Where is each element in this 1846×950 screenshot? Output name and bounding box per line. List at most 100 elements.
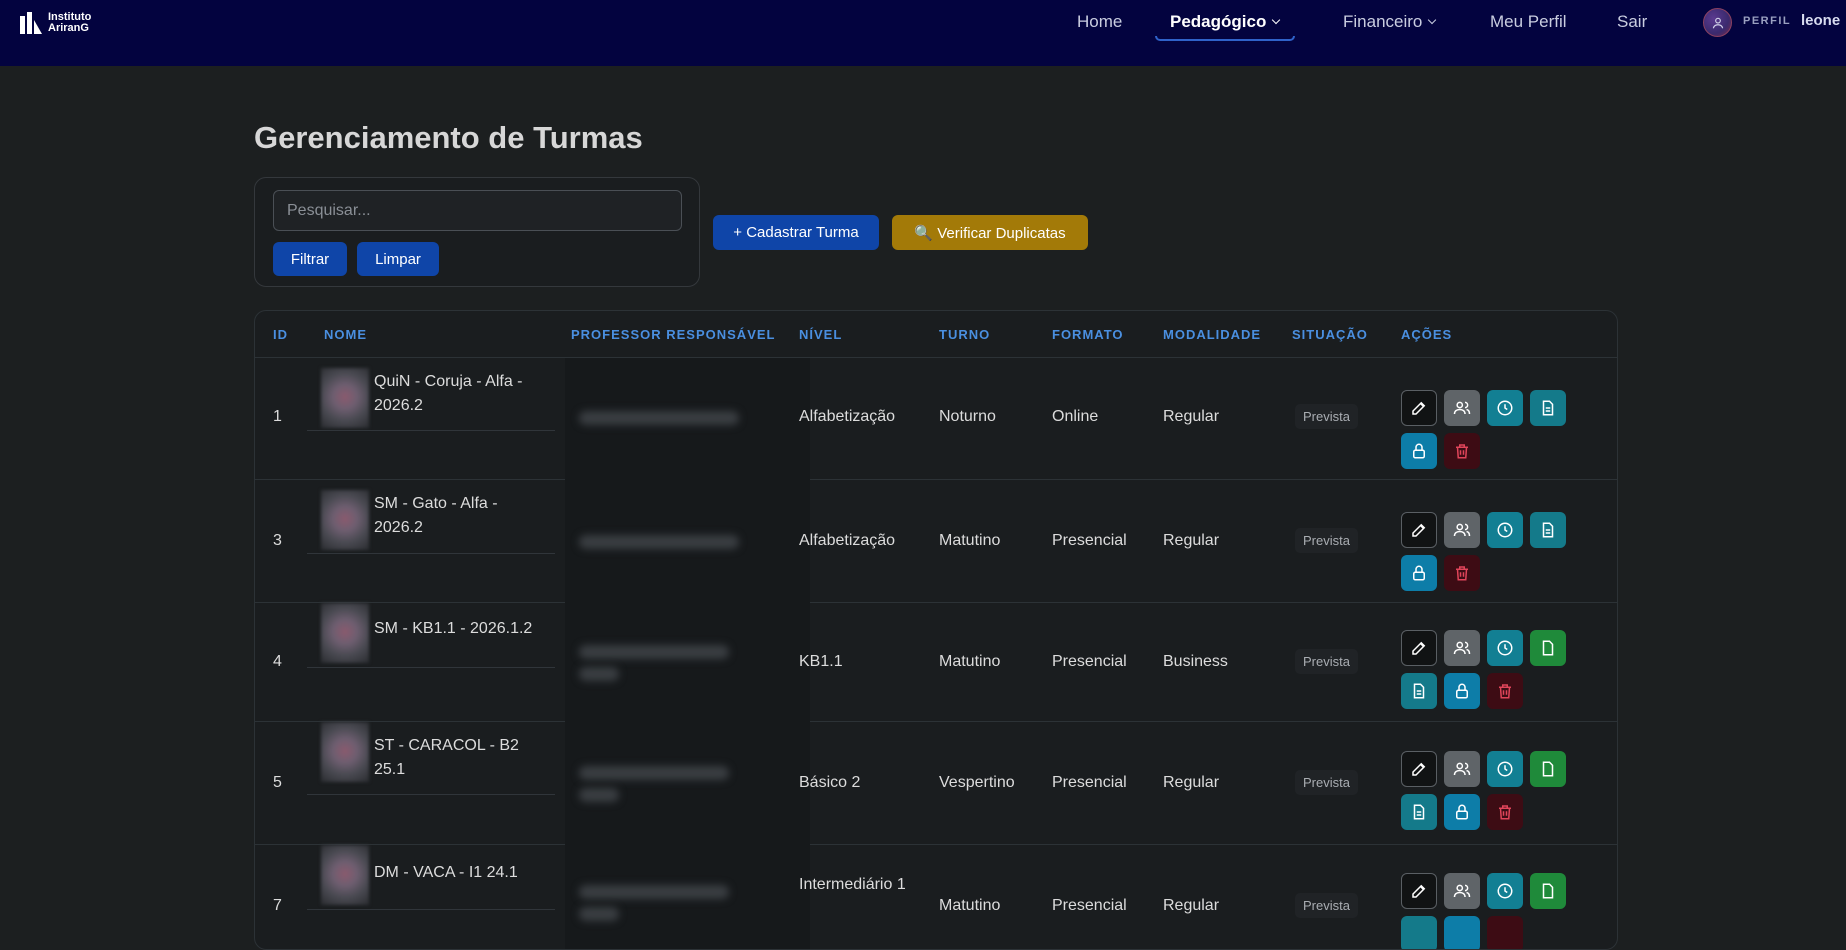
logo-icon <box>18 10 44 36</box>
filter-button[interactable]: Filtrar <box>273 242 347 276</box>
document-button[interactable] <box>1530 390 1566 426</box>
trash-icon <box>1499 805 1511 820</box>
report-button[interactable] <box>1401 916 1437 949</box>
schedule-button[interactable] <box>1487 873 1523 909</box>
delete-button[interactable] <box>1444 555 1480 591</box>
class-thumbnail <box>321 368 369 428</box>
report-button[interactable] <box>1401 673 1437 709</box>
nav-home[interactable]: Home <box>1077 12 1122 32</box>
cell-turno: Matutino <box>939 653 1001 670</box>
schedule-button[interactable] <box>1487 630 1523 666</box>
clock-icon <box>1497 761 1513 777</box>
students-button[interactable] <box>1444 751 1480 787</box>
status-badge: Prevista <box>1295 404 1358 429</box>
header-professor: PROFESSOR RESPONSÁVEL <box>571 327 776 342</box>
header-nivel: NÍVEL <box>799 327 843 342</box>
edit-icon <box>1412 762 1426 776</box>
add-class-button[interactable]: + Cadastrar Turma <box>713 215 879 250</box>
cell-professor <box>565 480 810 603</box>
edit-icon <box>1412 884 1426 898</box>
schedule-button[interactable] <box>1487 512 1523 548</box>
edit-button[interactable] <box>1401 630 1437 666</box>
users-icon <box>1453 401 1471 415</box>
document-button[interactable] <box>1530 512 1566 548</box>
users-icon <box>1453 641 1471 655</box>
trash-icon <box>1499 684 1511 699</box>
nav-financeiro[interactable]: Financeiro <box>1343 12 1437 32</box>
header-nome: NOME <box>324 327 367 342</box>
cell-nome: SM - Gato - Alfa - 2026.2 <box>374 495 498 536</box>
header-id: ID <box>273 327 288 342</box>
lock-button[interactable] <box>1444 673 1480 709</box>
cell-nivel: Básico 2 <box>799 774 861 791</box>
header-situacao: SITUAÇÃO <box>1292 327 1368 342</box>
schedule-button[interactable] <box>1487 390 1523 426</box>
chevron-down-icon <box>1428 15 1437 25</box>
delete-button[interactable] <box>1487 794 1523 830</box>
report-button[interactable] <box>1401 794 1437 830</box>
cell-turno: Vespertino <box>939 774 1015 791</box>
header-formato: FORMATO <box>1052 327 1124 342</box>
document-icon <box>1542 883 1554 899</box>
document-icon <box>1413 804 1425 820</box>
cell-nivel: Alfabetização <box>799 532 896 549</box>
document-icon <box>1542 761 1554 777</box>
students-button[interactable] <box>1444 630 1480 666</box>
cell-modalidade: Business <box>1163 653 1228 670</box>
schedule-button[interactable] <box>1487 751 1523 787</box>
students-button[interactable] <box>1444 512 1480 548</box>
cell-nome: QuiN - Coruja - Alfa - 2026.2 <box>374 373 523 414</box>
header-modalidade: MODALIDADE <box>1163 327 1262 342</box>
class-thumbnail <box>321 603 369 663</box>
users-icon <box>1453 884 1471 898</box>
document-icon <box>1413 683 1425 699</box>
lock-button[interactable] <box>1401 555 1437 591</box>
delete-button[interactable] <box>1487 673 1523 709</box>
table-row: 3 SM - Gato - Alfa - 2026.2 Alfabetizaçã… <box>255 480 1617 603</box>
search-input[interactable] <box>273 190 682 231</box>
brand-logo[interactable]: Instituto AriranG <box>18 10 91 36</box>
clock-icon <box>1497 522 1513 538</box>
document-button[interactable] <box>1530 751 1566 787</box>
document-button[interactable] <box>1530 873 1566 909</box>
trash-icon <box>1456 444 1468 459</box>
class-thumbnail <box>321 722 369 782</box>
check-duplicates-button[interactable]: 🔍 Verificar Duplicatas <box>892 215 1088 250</box>
students-button[interactable] <box>1444 873 1480 909</box>
brand-name: Instituto AriranG <box>48 11 92 34</box>
nav-meu-perfil[interactable]: Meu Perfil <box>1490 12 1567 32</box>
user-icon <box>1712 17 1723 28</box>
edit-button[interactable] <box>1401 751 1437 787</box>
clock-icon <box>1497 640 1513 656</box>
students-button[interactable] <box>1444 390 1480 426</box>
edit-button[interactable] <box>1401 512 1437 548</box>
document-button[interactable] <box>1530 630 1566 666</box>
profile-username[interactable]: leone <box>1801 12 1840 29</box>
lock-button[interactable] <box>1401 433 1437 469</box>
clear-button[interactable]: Limpar <box>357 242 439 276</box>
delete-button[interactable] <box>1487 916 1523 949</box>
users-icon <box>1453 762 1471 776</box>
nav-sair[interactable]: Sair <box>1617 12 1647 32</box>
cell-nome: SM - KB1.1 - 2026.1.2 <box>374 620 533 637</box>
delete-button[interactable] <box>1444 433 1480 469</box>
avatar[interactable] <box>1703 8 1732 37</box>
cell-modalidade: Regular <box>1163 774 1220 791</box>
cell-nivel: Alfabetização <box>799 408 896 425</box>
class-thumbnail <box>321 845 369 905</box>
edit-button[interactable] <box>1401 390 1437 426</box>
chevron-down-icon <box>1272 15 1281 25</box>
edit-button[interactable] <box>1401 873 1437 909</box>
trash-icon <box>1456 566 1468 581</box>
table-row: 7 DM - VACA - I1 24.1 Intermediário 1 Ma… <box>255 845 1617 949</box>
cell-formato: Presencial <box>1052 774 1127 791</box>
lock-button[interactable] <box>1444 794 1480 830</box>
clock-icon <box>1497 883 1513 899</box>
nav-pedagogico[interactable]: Pedagógico <box>1170 12 1281 32</box>
cell-turno: Matutino <box>939 532 1001 549</box>
cell-modalidade: Regular <box>1163 532 1220 549</box>
class-thumbnail <box>321 490 369 550</box>
lock-button[interactable] <box>1444 916 1480 949</box>
active-nav-indicator <box>1155 36 1295 41</box>
lock-icon <box>1456 683 1468 699</box>
